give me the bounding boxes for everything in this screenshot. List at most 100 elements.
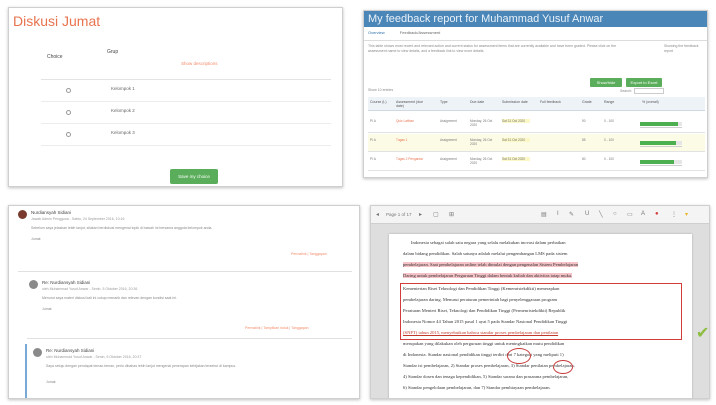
entries-selector[interactable]: Show 10 entries: [368, 88, 393, 92]
ellipse-annotation[interactable]: [553, 360, 573, 374]
col-due[interactable]: Due date: [470, 100, 484, 104]
post-actions[interactable]: Permalink | Tanggapan: [291, 252, 327, 256]
progress-fill: [640, 122, 678, 126]
cell-course: PI A: [370, 119, 376, 123]
report-title: My feedback report for Muhammad Yusuf An…: [364, 11, 707, 27]
table-row[interactable]: Kelompok 2: [41, 102, 331, 124]
col-grade[interactable]: Grade: [582, 100, 592, 104]
next-page-icon[interactable]: ▸: [419, 211, 422, 218]
cell-range: 0 - 100: [604, 119, 614, 123]
ellipse-icon[interactable]: ○: [613, 211, 617, 217]
post-author[interactable]: Re: Nurdiansyah Sidiani: [46, 348, 94, 353]
zoom-icon[interactable]: ⊞: [449, 211, 454, 218]
choice-label: Kelompok 3: [111, 130, 135, 135]
highlight-icon[interactable]: ✎: [569, 211, 574, 218]
more-icon[interactable]: ⋮: [671, 211, 677, 218]
choice-label: Kelompok 2: [111, 108, 135, 113]
post-author[interactable]: Re: Nurdiansyah Sidiani: [42, 280, 90, 285]
post-body: Sebelum saya jelaskan lebih lanjut, sila…: [31, 226, 213, 230]
post-signature: Jumat: [31, 237, 41, 241]
tab-overview[interactable]: Overview: [368, 30, 385, 35]
rectangle-annotation[interactable]: [400, 283, 682, 340]
text-line: merupakan yang dilakukan oleh perguruan …: [403, 341, 565, 346]
choice-radio[interactable]: [66, 110, 71, 115]
progress-baseline: [640, 146, 682, 147]
highlighted-line: pembelajaran. Saat pembelajaran online t…: [403, 262, 579, 267]
comment-icon[interactable]: ▾: [685, 211, 688, 218]
text-line: Indonesia sebagai salah satu negara yang…: [411, 240, 566, 245]
post-author[interactable]: Nurdiansyah Sidiani: [31, 210, 71, 215]
post-meta: Jawab Admin Pengguna - Sabtu, 24 Septemb…: [31, 217, 125, 221]
column-group: Grup: [107, 49, 119, 55]
forum-post: Nurdiansyah Sidiani Jawab Admin Pengguna…: [9, 206, 359, 266]
underline-icon[interactable]: U: [585, 211, 589, 217]
export-excel-button[interactable]: Export to Excel: [626, 78, 662, 87]
choice-radio[interactable]: [66, 132, 71, 137]
cell-range: 0 - 100: [604, 157, 614, 161]
search-label: Search:: [620, 89, 633, 93]
back-icon[interactable]: ◂: [376, 211, 379, 218]
forum-post: Re: Nurdiansyah Sidiani oleh Muhammad Yu…: [25, 344, 359, 398]
post-body: Saya setuju dengan pendapat teman-teman,…: [46, 364, 237, 368]
pdf-toolbar: ◂ Page 1 of 17 ▸ ▢ ⊞ ▤ I ✎ U ╲ ○ ▭ A ● ⋮…: [371, 206, 709, 224]
avatar[interactable]: [18, 210, 27, 219]
forum-discussion-panel: Nurdiansyah Sidiani Jawab Admin Pengguna…: [8, 205, 360, 399]
col-type[interactable]: Type: [440, 100, 448, 104]
checkmark-icon: ✔: [696, 323, 710, 342]
progress-fill: [640, 141, 676, 145]
choice-radio[interactable]: [66, 88, 71, 93]
tab-feedback[interactable]: Feedback/Assessment: [400, 30, 440, 35]
post-meta: oleh Muhammad Yusuf Anwar - Senin, 5 Okt…: [46, 355, 142, 359]
post-divider: [18, 271, 352, 272]
cell-grade: 90: [582, 119, 586, 123]
col-percentage[interactable]: % (overall): [642, 100, 659, 104]
report-side-note: Showing the feedback report: [664, 44, 699, 53]
post-body: Menurut saya materi diskusi kali ini cuk…: [42, 296, 177, 300]
text-line: 4) Standar dosen dan tenaga kependidikan…: [403, 374, 569, 379]
col-submission[interactable]: Submission date: [502, 100, 528, 104]
table-row: PI A Quiz Latihan Assignment Monday, 26 …: [368, 115, 705, 133]
text-box-icon[interactable]: A: [641, 211, 645, 217]
choice-label: Kelompok 1: [111, 86, 135, 91]
ellipse-annotation[interactable]: [507, 348, 531, 364]
rectangle-icon[interactable]: ▭: [627, 211, 633, 218]
fit-page-icon[interactable]: ▢: [433, 211, 439, 218]
show-hide-button[interactable]: Show/hide: [590, 78, 622, 87]
cell-course: PI A: [370, 138, 376, 142]
table-row[interactable]: Kelompok 3: [41, 124, 331, 146]
save-choice-button[interactable]: Save my choice: [170, 169, 218, 184]
text-line: dalam bidang pendidikan. Salah satunya a…: [403, 251, 568, 256]
col-range[interactable]: Range: [604, 100, 614, 104]
col-assessment[interactable]: Assessment (due date): [396, 100, 426, 108]
search-input[interactable]: [634, 88, 664, 94]
avatar[interactable]: [29, 280, 38, 289]
col-full-feedback[interactable]: Full feedback: [540, 100, 564, 104]
highlighted-line: Daring untuk pembelajaran Perguruan Ting…: [403, 273, 573, 278]
table-row: PI A Tugas 1 Assignment Monday, 26 Oct 2…: [368, 134, 705, 152]
choice-panel: Diskusi Jumat Choice Grup Show descripti…: [8, 7, 343, 187]
cell-course: PI A: [370, 157, 376, 161]
cell-type: Assignment: [440, 119, 457, 123]
cell-range: 0 - 100: [604, 138, 614, 142]
report-tabs: Overview Feedback/Assessment: [368, 30, 454, 38]
page-title: Diskusi Jumat: [13, 13, 101, 29]
cell-assessment[interactable]: Quiz Latihan: [396, 119, 430, 123]
progress-fill: [640, 160, 674, 164]
cell-assessment[interactable]: Tugas 2 Pengantar: [396, 157, 430, 161]
cell-assessment[interactable]: Tugas 1: [396, 138, 430, 142]
table-row[interactable]: Kelompok 1: [41, 80, 331, 102]
progress-baseline: [640, 127, 682, 128]
text-select-icon[interactable]: I: [557, 211, 559, 217]
draw-line-icon[interactable]: ╲: [599, 211, 603, 218]
progress-bar: [640, 122, 682, 126]
color-picker-icon[interactable]: ●: [655, 211, 659, 217]
col-course[interactable]: Course (L): [370, 100, 387, 104]
post-actions[interactable]: Permalink | Tampilkan induk | Tanggapan: [245, 326, 309, 330]
cell-due: Monday, 26 Oct 2020: [470, 157, 493, 165]
thumbnail-icon[interactable]: ▤: [541, 211, 547, 218]
feedback-report-panel: My feedback report for Muhammad Yusuf An…: [363, 10, 708, 178]
page-indicator[interactable]: Page 1 of 17: [386, 212, 412, 217]
show-descriptions-link[interactable]: Show descriptions: [181, 61, 218, 66]
post-signature: Jumat: [46, 380, 56, 384]
avatar[interactable]: [33, 348, 42, 357]
